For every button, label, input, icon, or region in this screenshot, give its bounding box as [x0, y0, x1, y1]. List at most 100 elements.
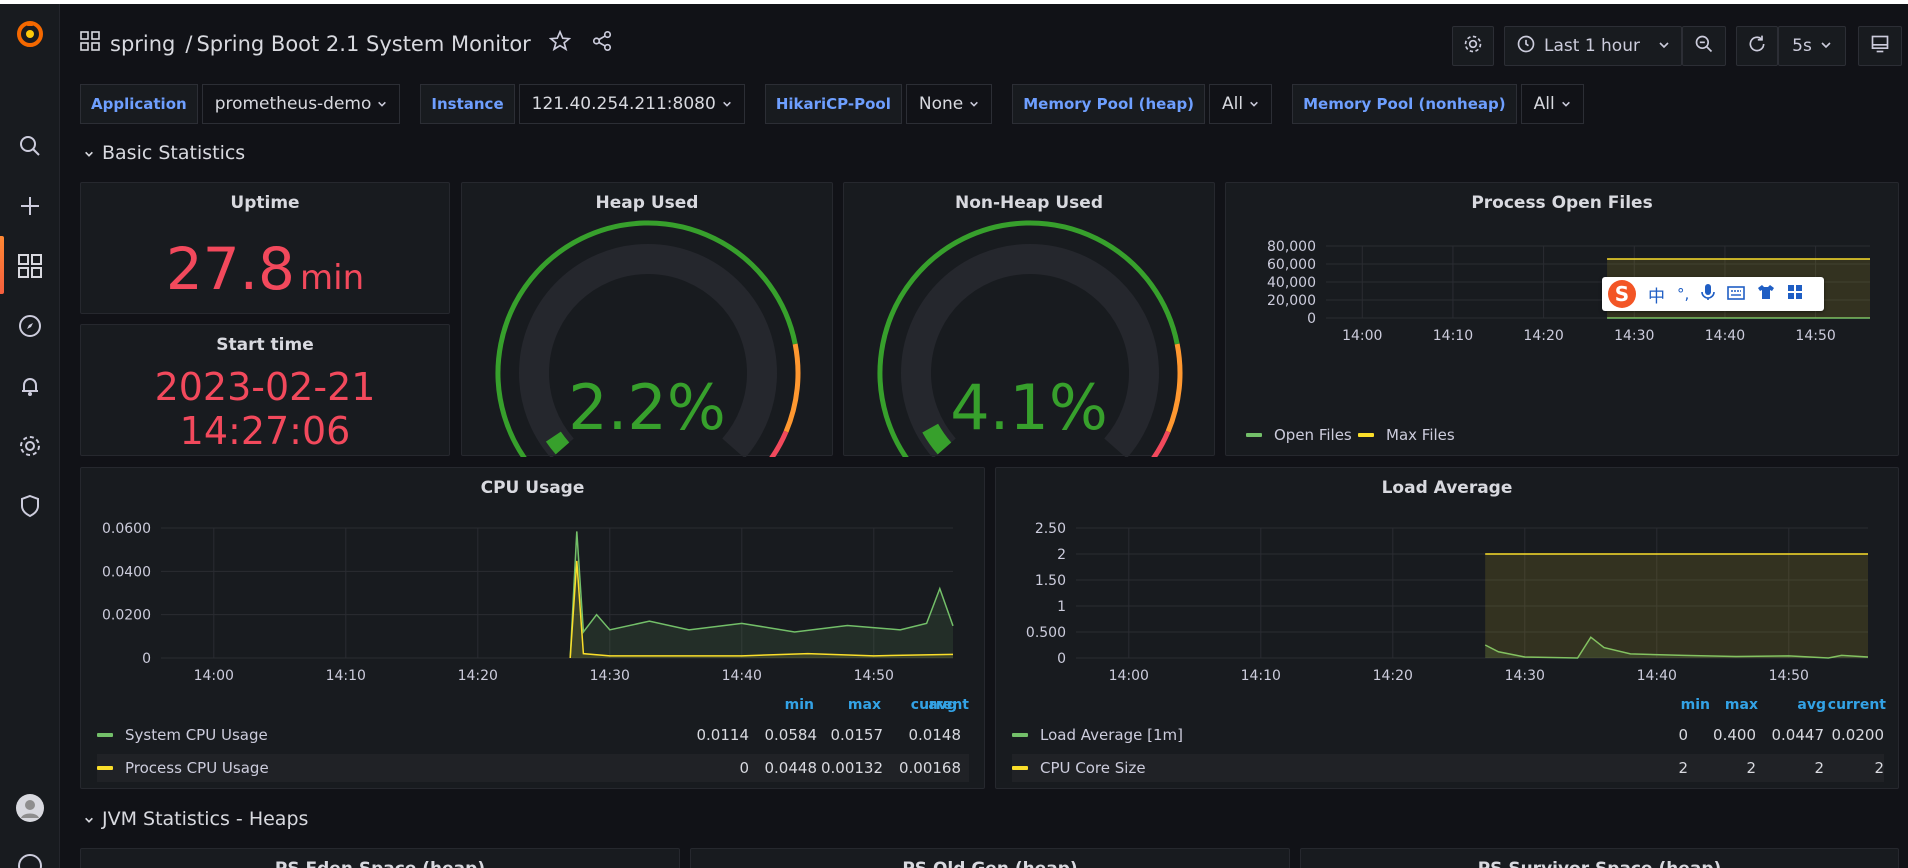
grafana-logo-icon[interactable]	[14, 18, 46, 50]
sogou-logo-icon[interactable]: S	[1608, 280, 1636, 308]
ime-toolbar[interactable]: S 中 °,	[1602, 277, 1824, 311]
legend-col-avg[interactable]: avg	[1758, 697, 1826, 713]
panel-ps-eden-space[interactable]: PS Eden Space (heap)	[80, 848, 680, 868]
dashboard-settings-button[interactable]	[1452, 26, 1494, 66]
open-files-chart: 0 20,000 40,000 60,000 80,000 14:00 14:10 14:20…	[1267, 239, 1870, 344]
chevron-down-icon	[1658, 36, 1670, 56]
dashboard-title[interactable]: Spring Boot 2.1 System Monitor	[196, 32, 530, 56]
plus-icon[interactable]	[14, 190, 46, 222]
variable-label: Memory Pool (heap)	[1012, 84, 1206, 124]
chevron-down-icon	[377, 94, 387, 114]
legend-swatch	[1012, 733, 1028, 737]
legend-current: 0.00168	[898, 759, 961, 777]
panel-ps-survivor-space[interactable]: PS Survivor Space (heap)	[1300, 848, 1899, 868]
share-icon[interactable]	[591, 30, 613, 57]
panel-start-time[interactable]: Start time 2023-02-21 14:27:06	[80, 324, 450, 456]
variable-select-memory-pool-heap[interactable]: All	[1209, 84, 1273, 124]
refresh-icon	[1747, 34, 1767, 59]
y-tick-label: 0.0200	[102, 608, 151, 624]
legend-row-process-cpu[interactable]: Process CPU Usage 0 0.0448 0.00132 0.001…	[97, 754, 969, 782]
legend-max: 2	[1746, 759, 1756, 777]
chevron-down-icon	[722, 94, 732, 114]
x-tick-label: 14:40	[1637, 668, 1677, 684]
avatar[interactable]	[14, 792, 46, 824]
legend-row-system-cpu[interactable]: System CPU Usage 0.0114 0.0584 0.0157 0.…	[97, 721, 969, 749]
uptime-unit: min	[300, 258, 365, 298]
panel-process-open-files[interactable]: Process Open Files 0 20,000 40,000 60,000 80…	[1225, 182, 1899, 456]
legend-col-current[interactable]: current	[861, 697, 969, 713]
legend-swatch	[1246, 433, 1262, 437]
start-date-value: 2023-02-21	[154, 365, 376, 409]
tv-mode-button[interactable]	[1858, 26, 1902, 66]
explore-icon[interactable]	[14, 310, 46, 342]
legend-row-cpu-core-size[interactable]: CPU Core Size 2 2 2 2	[1012, 754, 1884, 782]
skin-shirt-icon[interactable]	[1757, 284, 1775, 304]
variable-select-instance[interactable]: 121.40.254.211:8080	[518, 84, 745, 124]
legend-label: Max Files	[1386, 426, 1455, 444]
row-header-basic-statistics[interactable]: Basic Statistics	[84, 142, 245, 164]
x-tick-label: 14:10	[326, 668, 366, 684]
zoom-out-button[interactable]	[1682, 26, 1726, 66]
gear-icon	[1463, 34, 1483, 59]
variable-select-application[interactable]: prometheus-demo	[201, 84, 401, 124]
ime-chinese-mode[interactable]: 中	[1648, 282, 1665, 307]
toolbox-grid-icon[interactable]	[1787, 284, 1803, 304]
x-tick-label: 14:50	[1769, 668, 1809, 684]
panel-title: PS Eden Space (heap)	[81, 859, 679, 868]
panel-nonheap-used[interactable]: Non-Heap Used 4.1%	[843, 182, 1215, 457]
panel-load-average[interactable]: Load Average 0 0.500 1 1.50 2 2.50 14:00 14:10 1…	[995, 467, 1899, 789]
legend-max: 0.0448	[764, 759, 818, 777]
variables-bar: Application prometheus-demo Instance 121…	[80, 84, 1604, 124]
legend-min: 0	[1678, 726, 1688, 744]
panel-ps-old-gen[interactable]: PS Old Gen (heap)	[690, 848, 1290, 868]
row-header-jvm-heaps[interactable]: JVM Statistics - Heaps	[84, 808, 308, 830]
legend-current: 2	[1874, 759, 1884, 777]
legend-max: 0.400	[1713, 726, 1756, 744]
panel-uptime[interactable]: Uptime 27.8 min	[80, 182, 450, 314]
variable-select-memory-pool-nonheap[interactable]: All	[1520, 84, 1584, 124]
gear-icon[interactable]	[14, 430, 46, 462]
x-tick-label: 14:40	[1705, 328, 1745, 344]
variable-value: None	[918, 94, 964, 114]
refresh-interval-picker[interactable]: 5s	[1778, 26, 1846, 66]
dashboards-icon[interactable]	[14, 250, 46, 282]
ime-punctuation[interactable]: °,	[1677, 285, 1689, 303]
legend-item-max-files[interactable]: Max Files	[1358, 421, 1455, 449]
x-tick-label: 14:50	[1795, 328, 1835, 344]
microphone-icon[interactable]	[1701, 283, 1716, 305]
panel-heap-used[interactable]: Heap Used 2.2%	[461, 182, 833, 457]
folder-link[interactable]: spring	[110, 32, 175, 56]
variable-label: Application	[80, 84, 198, 124]
x-tick-label: 14:30	[1614, 328, 1654, 344]
clock-icon	[1516, 34, 1536, 59]
alerting-bell-icon[interactable]	[14, 370, 46, 402]
series-area	[570, 531, 953, 658]
refresh-button[interactable]	[1736, 26, 1778, 66]
keyboard-icon[interactable]	[1727, 285, 1746, 304]
y-tick-label: 0.0400	[102, 564, 151, 580]
y-tick-label: 60,000	[1267, 257, 1316, 273]
monitor-icon	[1870, 34, 1890, 59]
y-tick-label: 1	[1057, 599, 1066, 615]
star-icon[interactable]	[548, 29, 572, 57]
help-icon[interactable]	[14, 850, 46, 868]
variable-select-hikaricp-pool[interactable]: None	[905, 84, 993, 124]
chevron-down-icon	[84, 808, 94, 830]
dashboards-grid-icon[interactable]	[80, 31, 100, 56]
panel-cpu-usage[interactable]: CPU Usage 0 0.0200 0.0400 0.0600 14:00 14:10 1…	[80, 467, 985, 789]
legend-label: System CPU Usage	[125, 726, 268, 744]
legend-col-current[interactable]: current	[1818, 697, 1886, 713]
shield-icon[interactable]	[14, 490, 46, 522]
x-tick-label: 14:00	[1342, 328, 1382, 344]
legend-item-open-files[interactable]: Open Files	[1246, 421, 1352, 449]
chevron-down-icon	[969, 94, 979, 114]
chevron-down-icon	[1820, 36, 1832, 56]
panel-title: Uptime	[230, 193, 300, 213]
legend-row-load-average[interactable]: Load Average [1m] 0 0.400 0.0447 0.0200	[1012, 721, 1884, 749]
legend-col-max[interactable]: max	[1690, 697, 1758, 713]
y-tick-label: 0.500	[1026, 625, 1066, 641]
variable-value: All	[1533, 94, 1555, 114]
y-tick-label: 0.0600	[102, 521, 151, 537]
search-icon[interactable]	[14, 130, 46, 162]
time-range-picker[interactable]: Last 1 hour	[1504, 26, 1682, 66]
